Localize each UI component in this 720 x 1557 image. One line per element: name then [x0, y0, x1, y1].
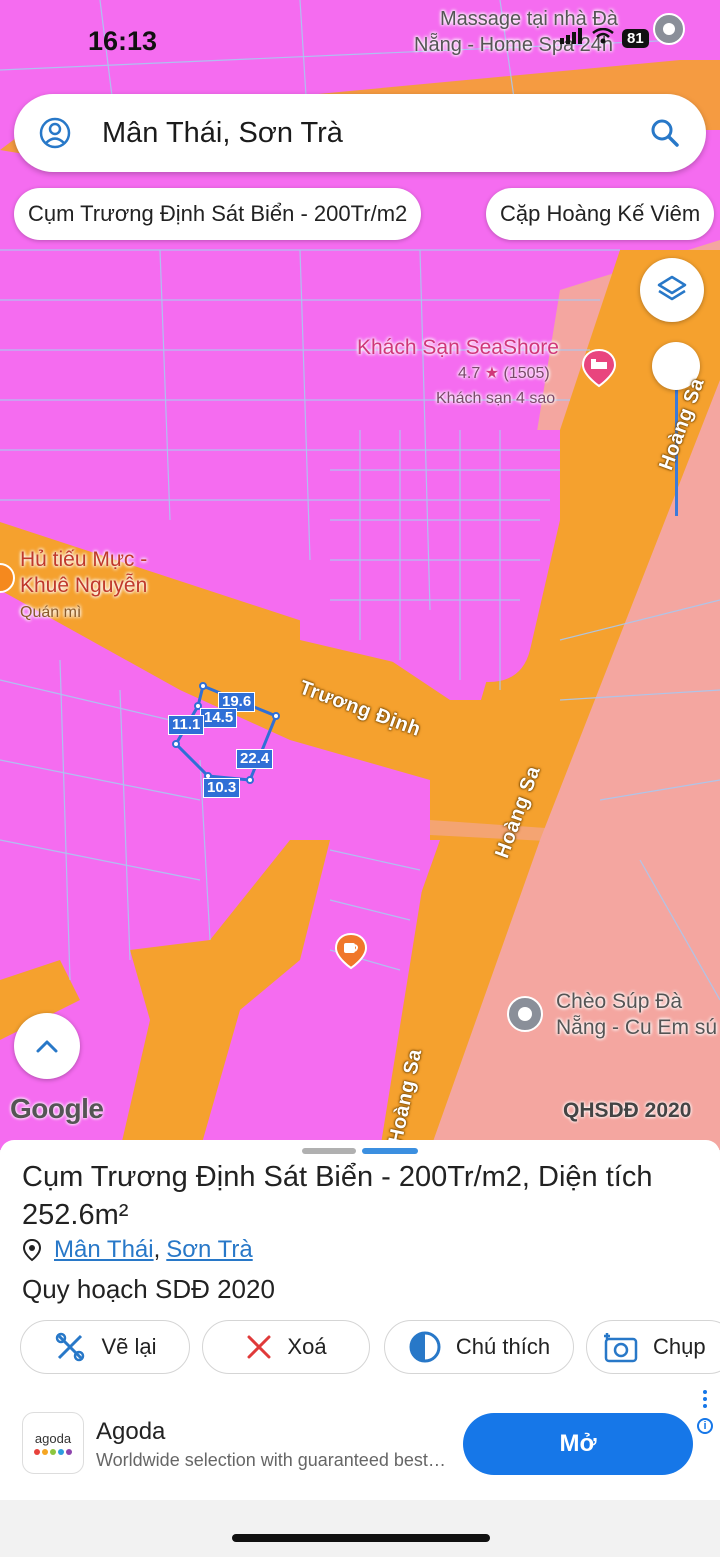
close-icon [247, 1335, 271, 1359]
poi-cheo-label[interactable]: Chèo Súp Đà Nẵng - Cu Em sú [556, 989, 717, 1041]
measure-label: 10.3 [203, 778, 241, 798]
capture-button[interactable]: Chụp [586, 1320, 720, 1374]
cafe-pin-icon[interactable] [333, 932, 369, 975]
poi-cheo-line1: Chèo Súp Đà [556, 990, 683, 1013]
measure-label: 14.5 [200, 708, 238, 728]
chevron-up-icon [36, 1040, 58, 1053]
legend-label: Chú thích [455, 1334, 551, 1359]
hotel-pin-icon[interactable] [580, 348, 618, 393]
listing-title: Cụm Trương Định Sát Biển - 200Tr/m2, Diệ… [22, 1161, 653, 1231]
restaurant-name-line2: Khuê Nguyễn [20, 574, 148, 597]
restaurant-label[interactable]: Hủ tiếu Mực - Khuê Nguyễn [20, 547, 147, 599]
map-view[interactable]: 16:13 Massage tại nhà Đà Nẵng - Home Spa… [0, 0, 720, 1150]
capture-label: Chụp [653, 1334, 706, 1359]
chip-truong-dinh[interactable]: Cụm Trương Định Sát Biển - 200Tr/m2 [14, 188, 422, 240]
delete-button[interactable]: Xoá [202, 1320, 370, 1374]
restaurant-category: Quán mì [20, 604, 82, 621]
search-bar[interactable]: Mân Thái, Sơn Trà [14, 94, 706, 172]
poi-cheo-pin-icon[interactable] [506, 995, 544, 1038]
hotel-label[interactable]: Khách Sạn SeaShore [357, 335, 559, 361]
expand-up-button[interactable] [14, 1013, 80, 1079]
hotel-rating-value: 4.7 [458, 365, 481, 382]
sheet-handle-active[interactable] [362, 1148, 418, 1154]
layers-icon [657, 275, 687, 301]
hotel-review-count: (1505) [503, 365, 550, 382]
battery-indicator: 81 [622, 29, 649, 48]
chip-hoang-ke-viem[interactable]: Cặp Hoàng Kế Viêm [486, 188, 715, 240]
location-pin-icon [22, 1238, 42, 1262]
hotel-category: Khách sạn 4 sao [436, 390, 556, 407]
block-north [300, 430, 560, 682]
delete-label: Xoá [287, 1334, 327, 1359]
district-link[interactable]: Sơn Trà [166, 1236, 252, 1264]
ad-more-icon[interactable] [703, 1390, 707, 1408]
star-icon: ★ [484, 365, 500, 382]
account-icon[interactable] [38, 116, 72, 150]
search-icon[interactable] [650, 118, 680, 148]
google-logo: Google [10, 1093, 104, 1124]
ad-description: Worldwide selection with guaranteed best… [96, 1450, 448, 1470]
camera-icon [604, 1333, 638, 1363]
planning-info: Quy hoạch SDĐ 2020 [22, 1274, 275, 1304]
ward-link[interactable]: Mân Thái [54, 1236, 154, 1264]
status-time: 16:13 [88, 26, 158, 56]
search-input[interactable]: Mân Thái, Sơn Trà [102, 117, 650, 150]
screen: 16:13 Massage tại nhà Đà Nẵng - Home Spa… [0, 0, 720, 1557]
agoda-logo: agoda [22, 1412, 84, 1474]
signal-icon [560, 28, 584, 49]
measure-label: 11.1 [168, 715, 205, 735]
measure-label: 22.4 [236, 749, 274, 769]
layers-button[interactable] [640, 258, 704, 322]
ad-open-button[interactable]: Mở [463, 1413, 693, 1475]
listing-location: Mân Thái , Sơn Trà [22, 1236, 253, 1264]
redraw-label: Vẽ lại [101, 1334, 157, 1359]
ad-title: Agoda [96, 1418, 166, 1445]
hotel-name: Khách Sạn SeaShore [357, 336, 559, 359]
agoda-logo-word: agoda [34, 1431, 72, 1446]
status-icons: 81 [560, 27, 649, 49]
ad-info-icon[interactable]: i [697, 1418, 713, 1434]
hotel-rating: 4.7 ★ (1505) [458, 361, 550, 387]
planning-layer-label: QHSDĐ 2020 [563, 1099, 692, 1122]
redraw-button[interactable]: Vẽ lại [20, 1320, 190, 1374]
poi-massage-pin-icon[interactable] [652, 12, 686, 51]
restaurant-name-line1: Hủ tiếu Mực - [20, 548, 148, 571]
home-indicator[interactable] [232, 1534, 490, 1542]
location-separator: , [153, 1236, 161, 1263]
ad-banner[interactable]: agoda Agoda Worldwide selection with gua… [0, 1386, 720, 1500]
poi-cheo-line2: Nẵng - Cu Em sú [556, 1016, 718, 1039]
wifi-icon [592, 27, 614, 49]
redraw-icon [56, 1332, 85, 1362]
legend-button[interactable]: Chú thích [384, 1320, 574, 1374]
legend-icon [409, 1331, 441, 1363]
sheet-handle[interactable] [302, 1148, 356, 1154]
